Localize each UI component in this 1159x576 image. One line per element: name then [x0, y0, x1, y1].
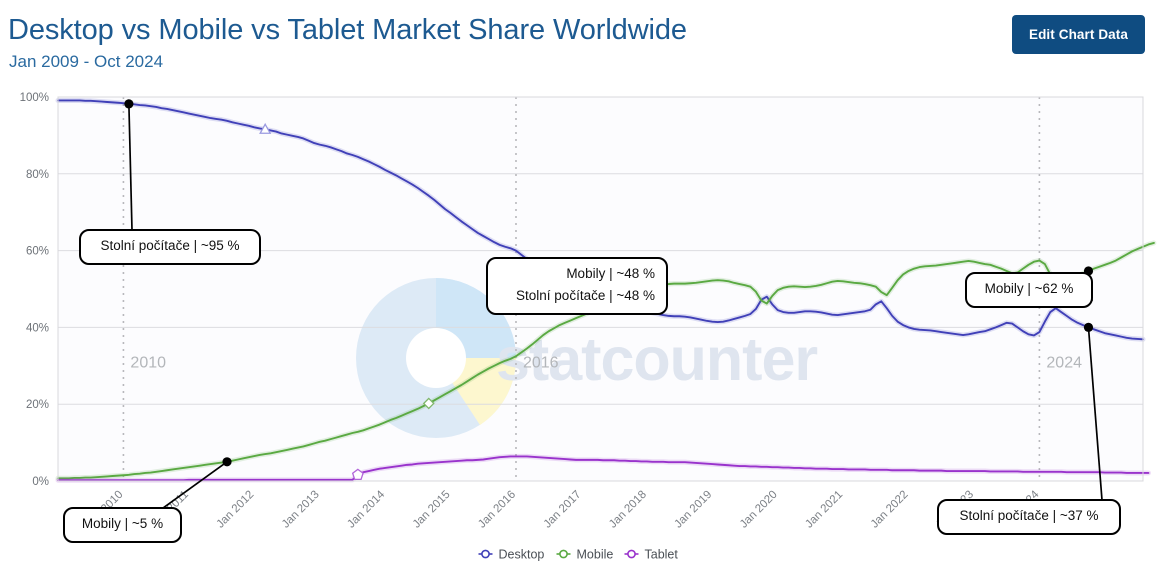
x-axis-tick-label: Jan 2017 [542, 489, 584, 531]
callout-label: Mobily | ~62 % [985, 281, 1074, 296]
chart-container: statcounter 0% 20% 40% 60% 80% 100% 2010 2016 2… [0, 88, 1159, 576]
callout-point-marker[interactable] [222, 457, 232, 467]
y-axis-tick-label: 100% [20, 92, 49, 104]
x-axis-tick-label: Jan 2021 [803, 489, 845, 531]
chart-legend: Desktop Mobile Tablet [478, 548, 679, 562]
x-axis-tick-label: Jan 2020 [738, 489, 780, 531]
x-axis-labels: Jan 2010Jan 2011Jan 2012Jan 2013Jan 2014… [84, 488, 1042, 530]
callout-label: Mobily | ~5 % [82, 516, 163, 531]
callout-label: Mobily | ~48 % [566, 266, 655, 281]
legend-item-tablet[interactable]: Tablet [624, 548, 679, 562]
callout-point-marker[interactable] [124, 99, 134, 109]
year-marker-label: 2010 [130, 355, 166, 372]
callout-point-marker[interactable] [1083, 322, 1094, 332]
x-axis-tick-label: Jan 2013 [280, 489, 322, 531]
y-axis-tick-label: 0% [32, 476, 49, 488]
x-axis-tick-label: Jan 2019 [672, 489, 714, 531]
page-subtitle: Jan 2009 - Oct 2024 [9, 52, 164, 71]
x-axis-tick-label: Jan 2015 [411, 489, 453, 531]
line-chart: statcounter 0%20%40%60%80%100% 2010 2016 2… [20, 92, 1157, 562]
y-axis-tick-label: 60% [26, 246, 49, 258]
year-marker-label: 2024 [1046, 355, 1082, 372]
year-marker-label: 2016 [523, 355, 559, 372]
legend-label: Tablet [645, 548, 679, 562]
x-axis-tick-label: Jan 2018 [607, 489, 649, 531]
x-axis-tick-label: Jan 2016 [476, 489, 518, 531]
annotation-callout[interactable]: Mobily | ~48 % Stolní počítače | ~48 % [486, 257, 668, 315]
x-axis-tick-label: Jan 2014 [345, 488, 387, 530]
page-title: Desktop vs Mobile vs Tablet Market Share… [8, 14, 687, 46]
legend-marker-icon [481, 549, 490, 559]
y-axis-tick-label: 80% [26, 169, 49, 181]
legend-label: Mobile [577, 548, 614, 562]
chart-header: Desktop vs Mobile vs Tablet Market Share… [0, 0, 1159, 88]
callout-label: Stolní počítače | ~48 % [516, 288, 655, 303]
legend-label: Desktop [499, 548, 545, 562]
x-axis-tick-label: Jan 2012 [214, 489, 256, 531]
legend-item-desktop[interactable]: Desktop [478, 548, 545, 562]
edit-chart-data-button[interactable]: Edit Chart Data [1011, 15, 1145, 54]
y-axis-tick-label: 20% [26, 399, 49, 411]
y-axis-tick-label: 40% [26, 322, 49, 334]
y-axis-labels: 0% 20% 40% 60% 80% 100% [20, 92, 49, 488]
callout-label: Stolní počítače | ~37 % [960, 508, 1099, 523]
legend-marker-icon [627, 549, 636, 559]
callout-label: Stolní počítače | ~95 % [101, 238, 240, 253]
annotation-callout[interactable]: Mobily | ~62 % [965, 266, 1094, 308]
legend-marker-icon [559, 549, 568, 559]
legend-item-mobile[interactable]: Mobile [556, 548, 614, 562]
x-axis-tick-label: Jan 2022 [869, 489, 911, 531]
